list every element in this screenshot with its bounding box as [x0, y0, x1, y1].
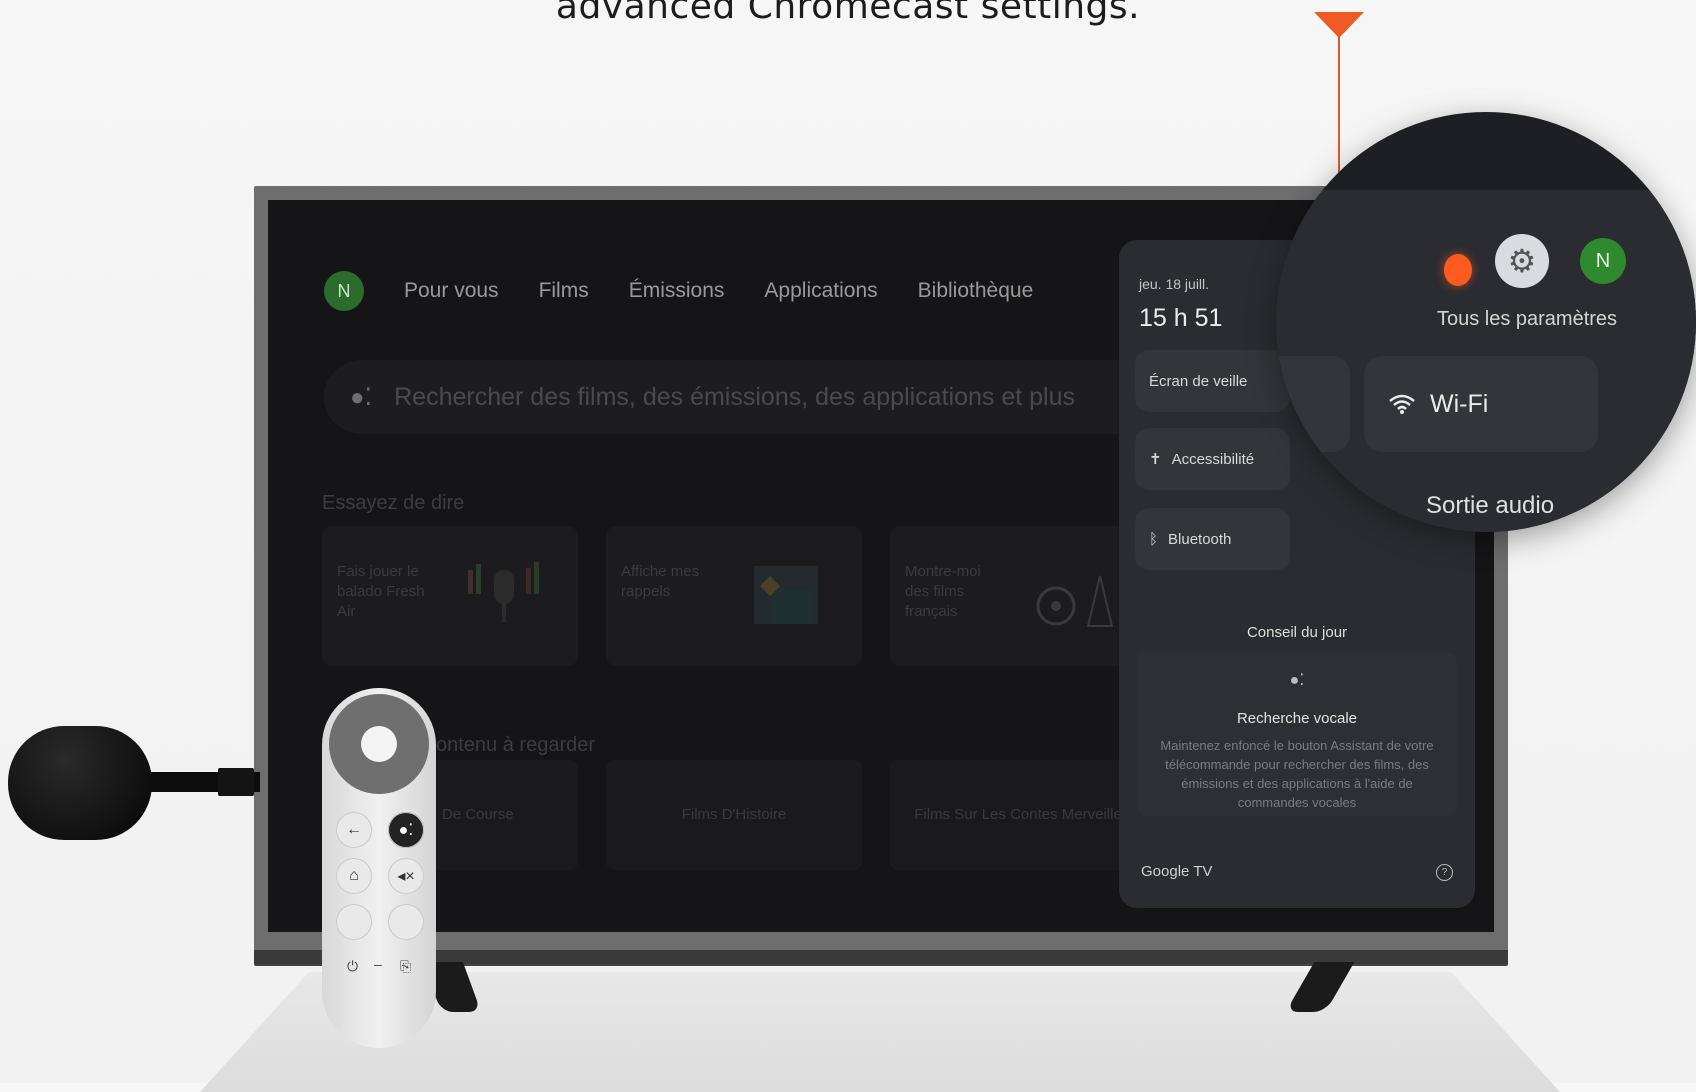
- wifi-icon: [1389, 394, 1415, 414]
- magnifier-zoom: ⚙ N Tous les paramètres Wi-Fi Sortie aud…: [1276, 112, 1696, 532]
- voice-remote: ← ●⁚ ⌂ ◂× ⏻ – ⎘: [322, 688, 436, 1048]
- power-icon[interactable]: ⏻: [347, 958, 358, 975]
- category-tile[interactable]: Films D'Histoire: [606, 760, 862, 870]
- assistant-icon: ●⁚: [350, 383, 373, 411]
- bluetooth-button[interactable]: ᛒ Bluetooth: [1135, 508, 1290, 570]
- settings-gear-icon[interactable]: ⚙: [1495, 234, 1549, 288]
- audio-output-label[interactable]: Sortie audio: [1426, 492, 1554, 520]
- mute-icon[interactable]: ◂×: [388, 858, 424, 894]
- assistant-icon: ●⁚: [1289, 672, 1305, 689]
- microphone-illustration-icon: [468, 562, 539, 622]
- shortcut-button-left[interactable]: [336, 904, 372, 940]
- panel-time: 15 h 51: [1139, 304, 1223, 332]
- suggestion-card-text: Affiche mes rappels: [621, 563, 700, 600]
- nav-item-pour-vous[interactable]: Pour vous: [404, 279, 499, 303]
- profile-avatar[interactable]: N: [324, 271, 364, 311]
- help-icon[interactable]: ?: [1436, 864, 1453, 881]
- category-tile-label: Films Sur Les Contes Merveille: [914, 806, 1122, 823]
- nav-item-bibliotheque[interactable]: Bibliothèque: [918, 279, 1034, 303]
- pointer-arrow-icon: [1314, 12, 1364, 38]
- assistant-button-icon[interactable]: ●⁚: [388, 812, 424, 848]
- wifi-label: Wi-Fi: [1430, 389, 1489, 418]
- category-tile[interactable]: Films Sur Les Contes Merveille: [890, 760, 1146, 870]
- wifi-button[interactable]: Wi-Fi: [1364, 356, 1598, 452]
- tip-card: ●⁚ Recherche vocale Maintenez enfoncé le…: [1137, 652, 1457, 816]
- suggestion-card[interactable]: Fais jouer le balado Fresh Air: [322, 526, 578, 666]
- suggestion-card[interactable]: Affiche mes rappels: [606, 526, 862, 666]
- try-saying-label: Essayez de dire: [322, 492, 465, 514]
- nav-item-emissions[interactable]: Émissions: [629, 279, 725, 303]
- remote-dpad[interactable]: [329, 694, 429, 794]
- content-section-label: ontenu à regarder: [436, 734, 596, 756]
- magnified-profile-avatar[interactable]: N: [1580, 238, 1626, 284]
- all-settings-label: Tous les paramètres: [1436, 308, 1618, 330]
- nav-item-applications[interactable]: Applications: [764, 279, 877, 303]
- google-tv-logo: Google TV: [1141, 863, 1213, 880]
- category-tile-label: De Course: [442, 806, 514, 823]
- accessibility-icon: ✝: [1149, 451, 1162, 468]
- home-icon[interactable]: ⌂: [336, 858, 372, 894]
- input-icon[interactable]: ⎘: [400, 958, 411, 975]
- accessibility-button[interactable]: ✝ Accessibilité: [1135, 428, 1290, 490]
- category-tile-label: Films D'Histoire: [681, 806, 787, 823]
- top-nav: N Pour vous Films Émissions Applications…: [324, 271, 1033, 311]
- bluetooth-label: Bluetooth: [1168, 530, 1232, 548]
- suggestion-card-text: Montre-moi des films français: [905, 563, 981, 620]
- tip-title: Recherche vocale: [1236, 710, 1358, 727]
- hdmi-plug: [218, 768, 254, 796]
- suggestion-card[interactable]: Montre-moi des films français: [890, 526, 1146, 666]
- chromecast-device: [8, 726, 152, 840]
- highlight-dot: [1444, 254, 1472, 286]
- suggestion-card-text: Fais jouer le balado Fresh Air: [337, 563, 425, 620]
- search-placeholder: Rechercher des films, des émissions, des…: [394, 382, 1075, 411]
- bluetooth-icon: ᛒ: [1149, 530, 1159, 548]
- panel-date: jeu. 18 juill.: [1139, 276, 1210, 292]
- screensaver-label: Écran de veille: [1149, 372, 1248, 390]
- film-reel-illustration-icon: [1036, 575, 1114, 627]
- nav-item-films[interactable]: Films: [539, 279, 589, 303]
- magnified-prev-tile: [1276, 356, 1350, 452]
- screensaver-button[interactable]: Écran de veille: [1135, 350, 1290, 412]
- back-icon[interactable]: ←: [336, 812, 372, 848]
- caption-text: advanced Chromecast settings.: [555, 0, 1141, 27]
- tip-body: Maintenez enfoncé le bouton Assistant de…: [1160, 738, 1434, 810]
- shortcut-button-right[interactable]: [388, 904, 424, 940]
- tip-heading: Conseil du jour: [1246, 624, 1348, 641]
- reminders-illustration-icon: [754, 566, 818, 624]
- volume-rocker-icon[interactable]: –: [374, 956, 382, 972]
- search-bar[interactable]: ●⁚ Rechercher des films, des émissions, …: [324, 360, 1250, 434]
- accessibility-label: Accessibilité: [1171, 450, 1255, 468]
- remote-select-button[interactable]: [361, 726, 397, 762]
